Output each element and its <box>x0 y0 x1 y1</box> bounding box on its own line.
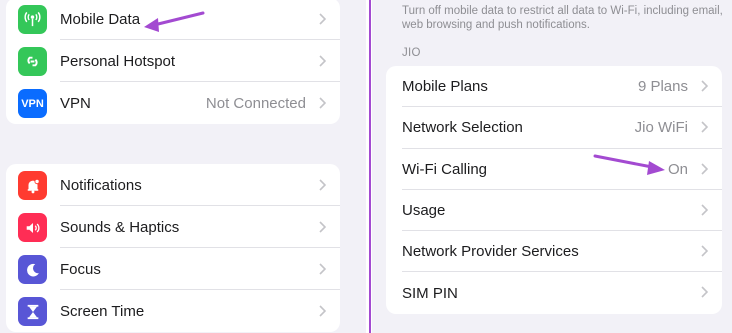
chevron-right-icon <box>319 55 326 67</box>
sim-pin-label: SIM PIN <box>402 284 458 302</box>
notifications-label: Notifications <box>60 176 142 194</box>
network-provider-services-row[interactable]: Network Provider Services <box>386 231 722 273</box>
network-selection-label: Network Selection <box>402 119 523 137</box>
personal-hotspot-label: Personal Hotspot <box>60 52 176 70</box>
network-selection-value: Jio WiFi <box>634 119 688 137</box>
left-settings-panel: Mobile Data Personal Hotspot VPN VPN Not… <box>0 0 366 333</box>
speaker-icon <box>18 213 47 242</box>
chevron-right-icon <box>701 163 708 175</box>
vpn-status: Not Connected <box>205 94 306 112</box>
hourglass-icon <box>18 297 47 326</box>
wifi-calling-label: Wi-Fi Calling <box>402 160 488 178</box>
mobile-data-label: Mobile Data <box>60 10 141 28</box>
sounds-haptics-row[interactable]: Sounds & Haptics <box>6 206 340 248</box>
chevron-right-icon <box>701 204 708 216</box>
mobile-data-settings-panel: Turn off mobile data to restrict all dat… <box>372 0 732 333</box>
carrier-group: Mobile Plans 9 Plans Network Selection J… <box>386 66 722 314</box>
chevron-right-icon <box>319 305 326 317</box>
chevron-right-icon <box>319 97 326 109</box>
antenna-icon <box>18 5 47 34</box>
chevron-right-icon <box>319 13 326 25</box>
vpn-row[interactable]: VPN VPN Not Connected <box>6 82 340 124</box>
wifi-calling-row[interactable]: Wi-Fi Calling On <box>386 149 722 190</box>
chevron-right-icon <box>319 179 326 191</box>
focus-label: Focus <box>60 260 101 278</box>
usage-row[interactable]: Usage <box>386 190 722 232</box>
mobile-plans-row[interactable]: Mobile Plans 9 Plans <box>386 66 722 108</box>
vpn-label: VPN <box>60 94 91 112</box>
chevron-right-icon <box>701 80 708 92</box>
personal-hotspot-row[interactable]: Personal Hotspot <box>6 40 340 82</box>
mobile-plans-value: 9 Plans <box>637 78 688 96</box>
bell-icon <box>18 171 47 200</box>
mobile-plans-label: Mobile Plans <box>402 78 488 96</box>
moon-icon <box>18 255 47 284</box>
notifications-group: Notifications Sounds & Haptics Focus Scr… <box>6 164 340 332</box>
chevron-right-icon <box>701 286 708 299</box>
chevron-right-icon <box>701 121 708 133</box>
carrier-section-header: JIO <box>402 47 421 59</box>
network-provider-services-label: Network Provider Services <box>402 243 579 261</box>
annotation-arrow <box>593 154 665 175</box>
focus-row[interactable]: Focus <box>6 248 340 290</box>
screen-time-row[interactable]: Screen Time <box>6 290 340 332</box>
annotation-arrow <box>144 11 205 32</box>
chevron-right-icon <box>319 221 326 233</box>
usage-label: Usage <box>402 202 446 220</box>
sim-pin-row[interactable]: SIM PIN <box>386 272 722 313</box>
wifi-calling-value: On <box>667 160 688 178</box>
sounds-haptics-label: Sounds & Haptics <box>60 218 180 236</box>
panel-divider <box>369 0 371 333</box>
mobile-data-description: Turn off mobile data to restrict all dat… <box>402 5 723 31</box>
chevron-right-icon <box>319 263 326 275</box>
hotspot-link-icon <box>18 47 47 76</box>
notifications-row[interactable]: Notifications <box>6 164 340 206</box>
screen-time-label: Screen Time <box>60 302 145 320</box>
vpn-icon: VPN <box>18 89 47 118</box>
chevron-right-icon <box>701 245 708 257</box>
network-selection-row[interactable]: Network Selection Jio WiFi <box>386 107 722 149</box>
